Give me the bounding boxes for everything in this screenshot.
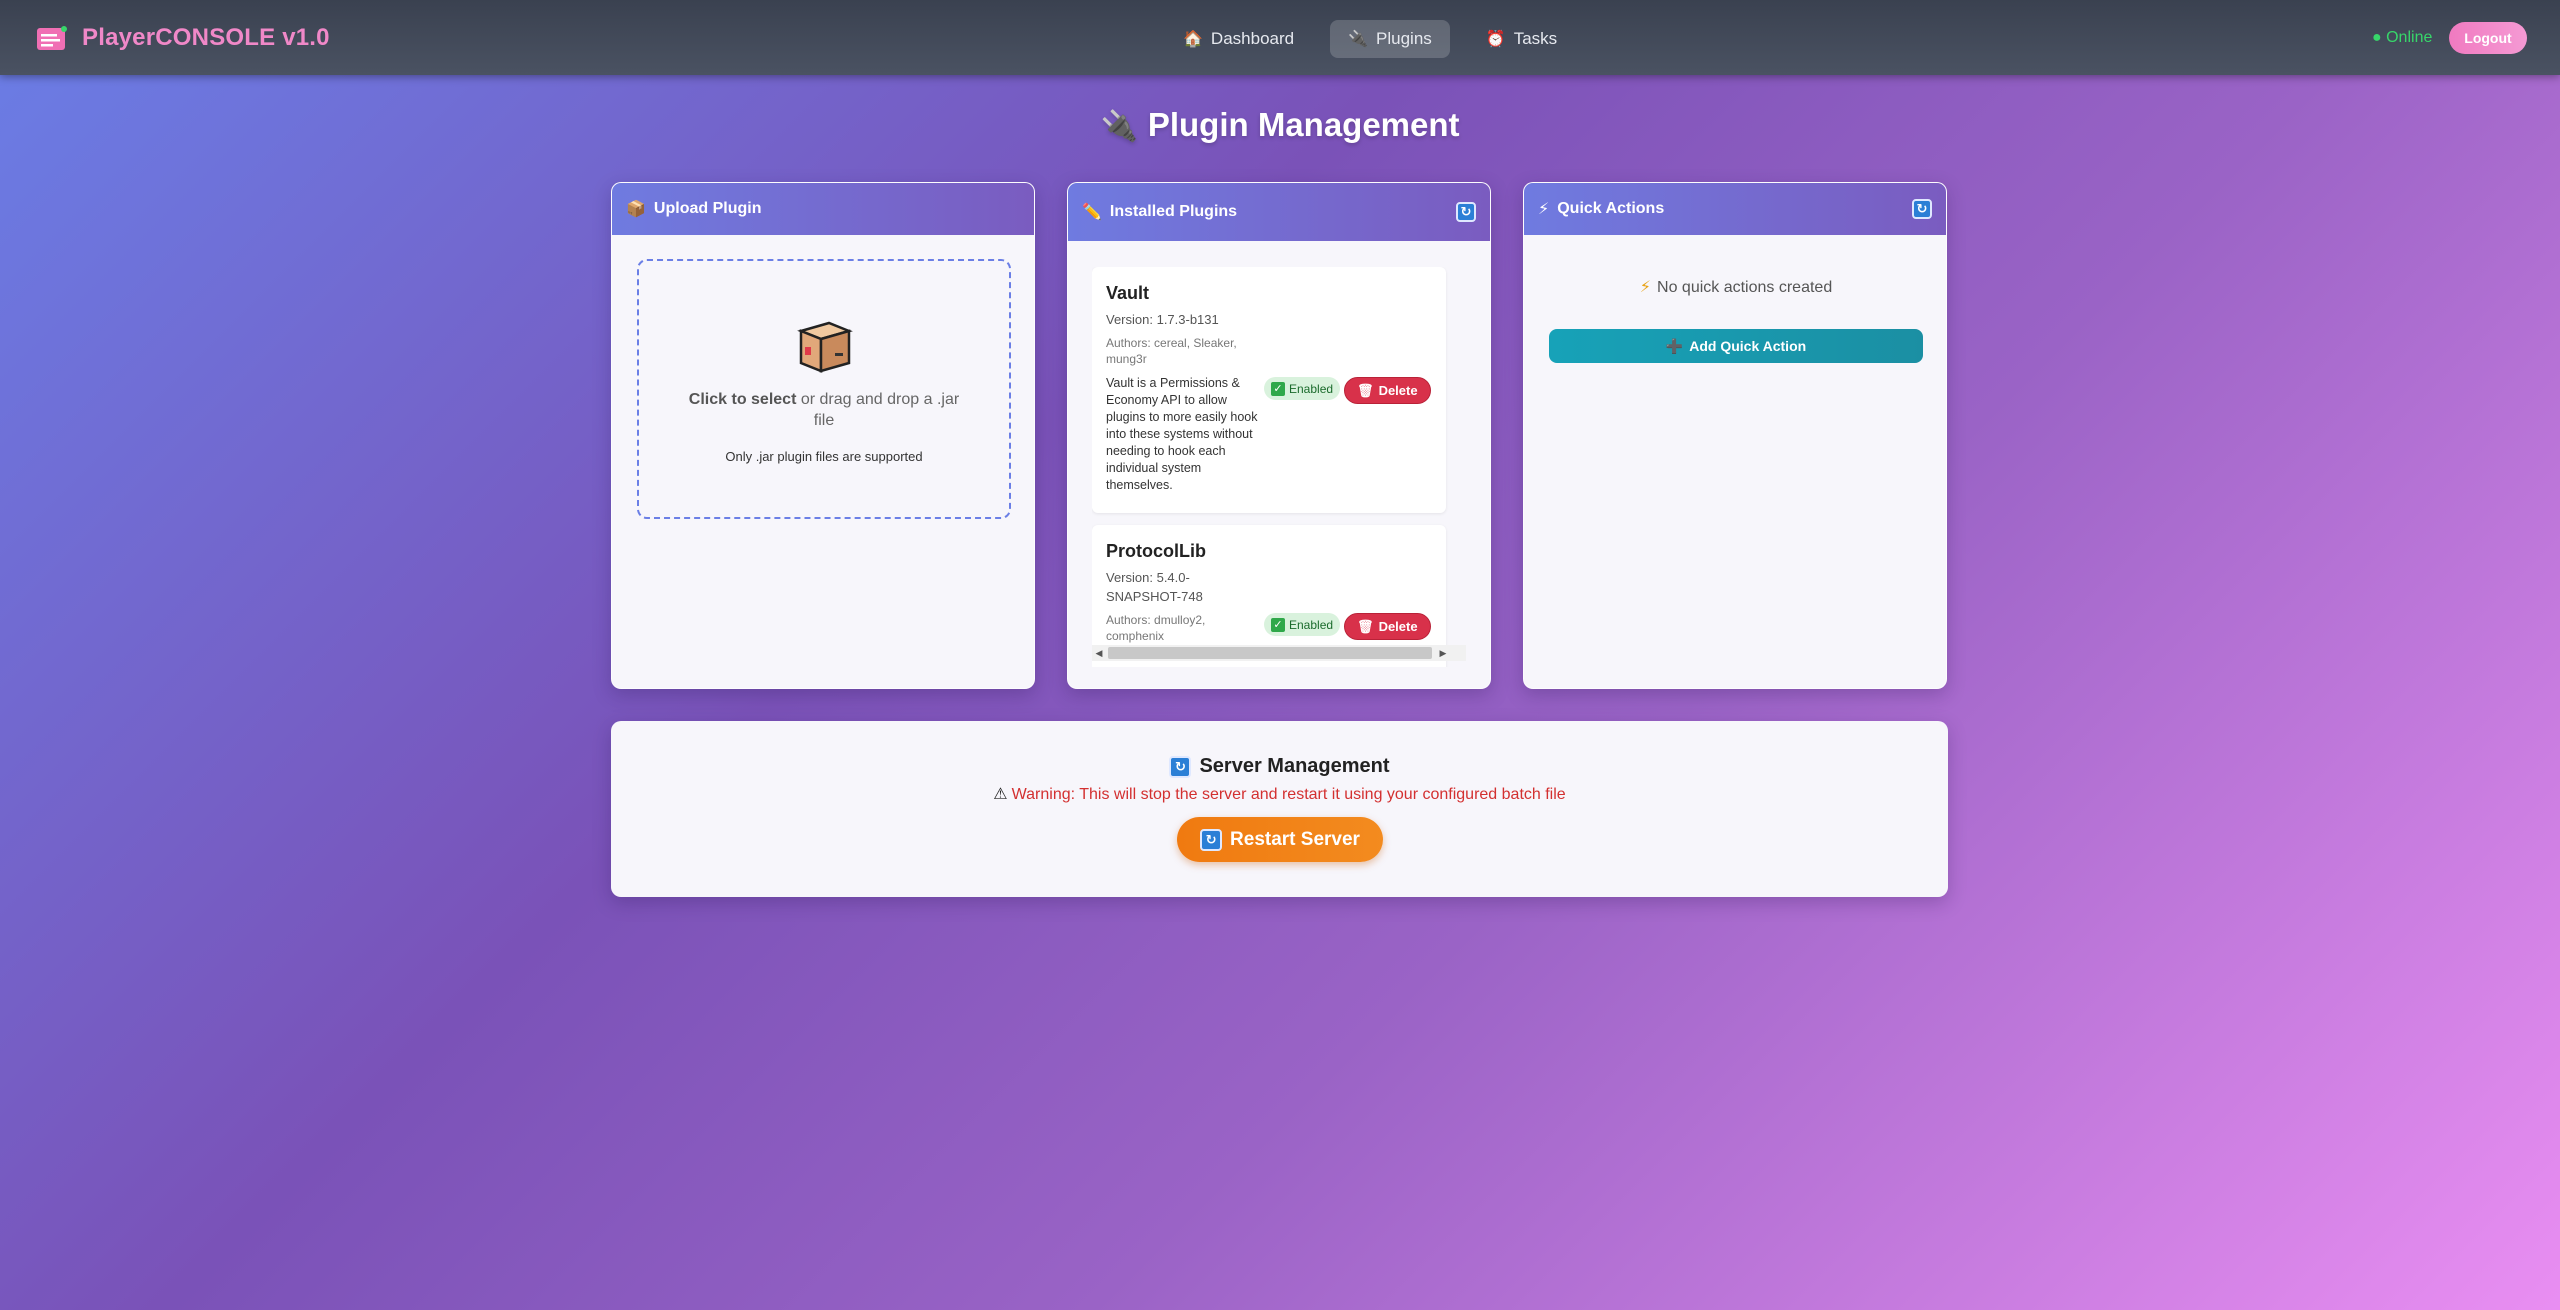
server-warning: ⚠ Warning: This will stop the server and … xyxy=(611,784,1948,804)
restart-server-label: Restart Server xyxy=(1230,828,1360,850)
upload-plugin-header: 📦 Upload Plugin xyxy=(612,183,1034,235)
refresh-icon: ↻ xyxy=(1200,828,1223,851)
scrollbar-thumb[interactable] xyxy=(1108,647,1432,659)
home-icon: 🏠 xyxy=(1183,31,1203,48)
pencil-icon: ✏️ xyxy=(1082,204,1102,221)
alarm-clock-icon: ⏰ xyxy=(1485,31,1506,48)
click-to-select-label: Click to select xyxy=(688,391,797,408)
delete-button-label: Delete xyxy=(1378,619,1418,634)
upload-plugin-card: 📦 Upload Plugin Click to select or drag … xyxy=(611,182,1035,689)
plugin-authors: Authors: dmulloy2, comphenix xyxy=(1106,613,1206,643)
dropzone-note: Only .jar plugin files are supported xyxy=(725,449,923,464)
trash-icon: 🗑 xyxy=(1357,382,1374,398)
package-icon: 📦 xyxy=(626,201,646,218)
quick-actions-header: ⚡ Quick Actions ↻ xyxy=(1524,183,1946,235)
server-warning-text: Warning: This will stop the server and r… xyxy=(1011,786,1566,803)
quick-actions-title: Quick Actions xyxy=(1557,200,1665,217)
refresh-icon: ↻ xyxy=(1169,755,1192,778)
main-nav: 🏠 Dashboard 🔌 Plugins ⏰ Tasks xyxy=(1165,20,1575,58)
installed-plugins-title: Installed Plugins xyxy=(1109,203,1238,220)
plugin-item: Vault Version: 1.7.3-b131 Authors: cerea… xyxy=(1092,267,1446,513)
quick-actions-card: ⚡ Quick Actions ↻ ⚡ No quick actions crea… xyxy=(1523,182,1947,689)
drag-drop-text: or drag and drop a .jar file xyxy=(800,391,960,429)
status-badge: ✓ Enabled xyxy=(1264,377,1341,400)
logout-button[interactable]: Logout xyxy=(2449,22,2527,54)
server-status: ● Online xyxy=(2372,29,2433,46)
restart-server-button[interactable]: ↻ Restart Server xyxy=(1177,817,1383,862)
page-title-text: Plugin Management xyxy=(1147,106,1460,143)
upload-plugin-title: Upload Plugin xyxy=(653,200,762,217)
brand[interactable]: PlayerCONSOLE v1.0 xyxy=(36,22,330,54)
brand-title: PlayerCONSOLE v1.0 xyxy=(82,24,330,51)
page-title: 🔌 Plugin Management xyxy=(0,106,2560,144)
plug-icon: 🔌 xyxy=(1100,110,1138,143)
lightning-icon: ⚡ xyxy=(1538,201,1550,218)
plug-icon: 🔌 xyxy=(1348,31,1369,48)
plugin-name: ProtocolLib xyxy=(1106,541,1206,561)
warning-icon: ⚠ xyxy=(993,786,1008,803)
add-quick-action-label: Add Quick Action xyxy=(1689,338,1807,354)
plugin-version: Version: 1.7.3-b131 xyxy=(1106,312,1219,327)
quick-actions-empty-text: No quick actions created xyxy=(1657,279,1833,296)
installed-plugins-header: ✏️ Installed Plugins ↻ xyxy=(1068,183,1490,241)
nav-dashboard[interactable]: 🏠 Dashboard xyxy=(1165,20,1312,58)
refresh-icon[interactable]: ↻ xyxy=(1912,199,1932,219)
top-navbar: PlayerCONSOLE v1.0 🏠 Dashboard 🔌 Plugins… xyxy=(0,0,2560,75)
check-icon: ✓ xyxy=(1271,617,1285,632)
plugin-list[interactable]: Vault Version: 1.7.3-b131 Authors: cerea… xyxy=(1092,267,1466,667)
nav-plugins[interactable]: 🔌 Plugins xyxy=(1330,20,1450,58)
plus-icon: ➕ xyxy=(1665,337,1684,354)
plugin-authors: Authors: cereal, Sleaker, mung3r xyxy=(1106,336,1237,366)
quick-actions-empty: ⚡ No quick actions created xyxy=(1524,277,1946,297)
plugin-description: Vault is a Permissions & Economy API to … xyxy=(1106,376,1258,492)
plugin-actions: ✓ Enabled 🗑 Delete xyxy=(1264,377,1431,404)
server-management-title-text: Server Management xyxy=(1199,755,1390,777)
installed-plugins-card: ✏️ Installed Plugins ↻ Vault Version: 1.… xyxy=(1067,182,1491,689)
nav-plugins-label: Plugins xyxy=(1376,29,1432,48)
server-management-card: ↻ Server Management ⚠ Warning: This will … xyxy=(611,721,1948,897)
nav-dashboard-label: Dashboard xyxy=(1210,29,1295,48)
status-badge: ✓ Enabled xyxy=(1264,613,1341,636)
status-badge-label: Enabled xyxy=(1289,381,1334,396)
lightning-icon: ⚡ xyxy=(1639,279,1652,296)
plugin-actions: ✓ Enabled 🗑 Delete xyxy=(1264,613,1431,640)
console-logo-icon xyxy=(36,25,68,51)
refresh-icon[interactable]: ↻ xyxy=(1456,202,1476,222)
plugin-version: Version: 5.4.0-SNAPSHOT-748 xyxy=(1106,570,1203,604)
delete-button[interactable]: 🗑 Delete xyxy=(1344,613,1431,640)
package-icon xyxy=(795,317,853,375)
check-icon: ✓ xyxy=(1271,381,1285,396)
status-badge-label: Enabled xyxy=(1289,617,1334,632)
nav-tasks[interactable]: ⏰ Tasks xyxy=(1468,20,1575,58)
nav-tasks-label: Tasks xyxy=(1513,29,1558,48)
delete-button[interactable]: 🗑 Delete xyxy=(1344,377,1431,404)
trash-icon: 🗑 xyxy=(1357,618,1374,634)
plugin-name: Vault xyxy=(1106,283,1150,303)
plugin-dropzone[interactable]: Click to select or drag and drop a .jar … xyxy=(637,259,1011,519)
scroll-left-icon[interactable]: ◀ xyxy=(1092,645,1106,661)
dropzone-instruction: Click to select or drag and drop a .jar … xyxy=(639,389,1009,431)
horizontal-scrollbar[interactable]: ◀ ▶ xyxy=(1092,645,1466,661)
scroll-right-icon[interactable]: ▶ xyxy=(1436,645,1450,661)
add-quick-action-button[interactable]: ➕ Add Quick Action xyxy=(1549,329,1923,363)
server-management-title: ↻ Server Management xyxy=(611,755,1948,778)
delete-button-label: Delete xyxy=(1378,383,1418,398)
